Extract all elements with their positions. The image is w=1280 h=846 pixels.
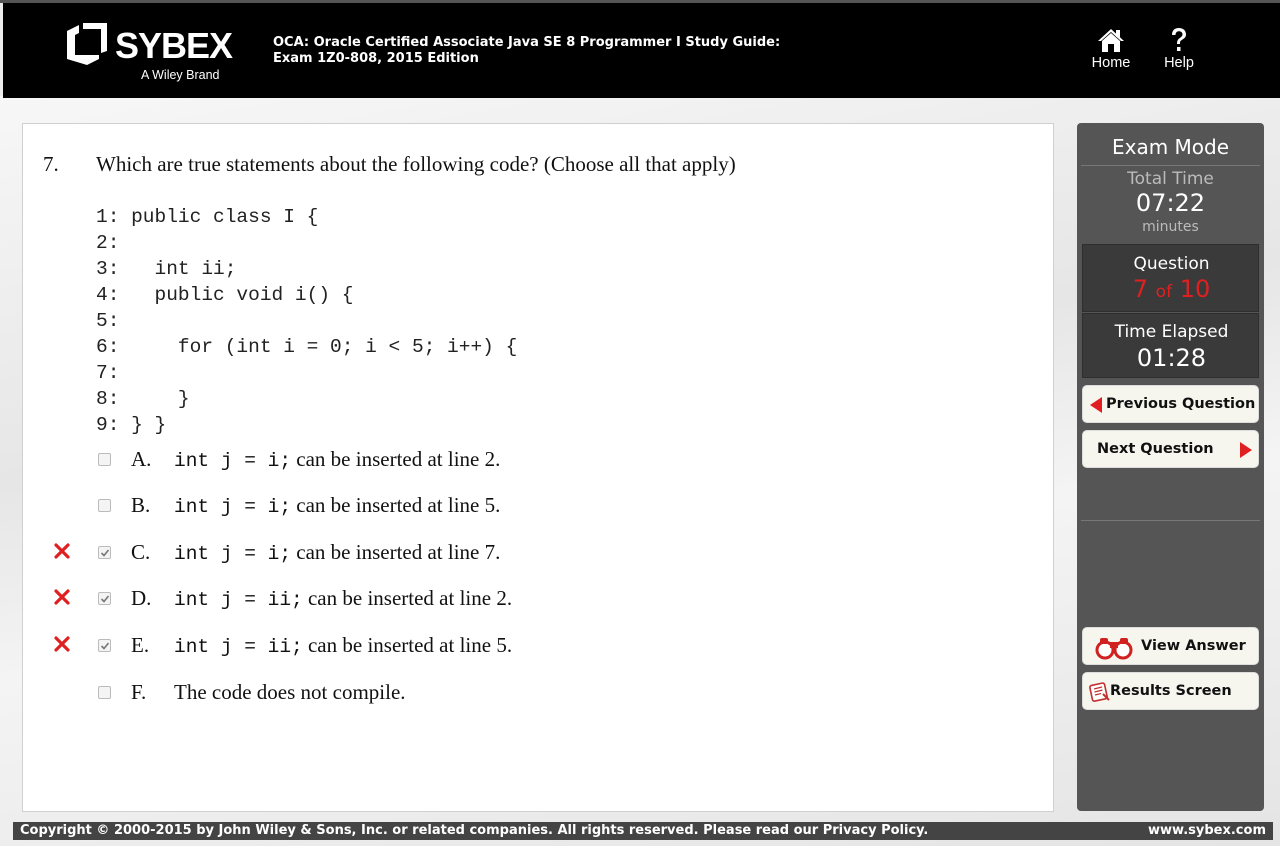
question-counter-label: Question: [1133, 254, 1210, 274]
checkmark-icon: [100, 642, 110, 650]
answer-text: The code does not compile.: [174, 680, 406, 704]
checkmark-icon: [100, 595, 110, 603]
help-button[interactable]: Help: [1149, 27, 1209, 71]
answer-letter: C.: [131, 540, 151, 564]
code-line: 4: public void i() {: [96, 284, 354, 306]
answer-checkbox[interactable]: [98, 546, 111, 559]
results-document-icon: [1089, 682, 1110, 702]
question-total: 10: [1179, 275, 1211, 303]
previous-question-label: Previous Question: [1106, 396, 1256, 412]
book-title-line2: Exam 1Z0-808, 2015 Edition: [273, 51, 479, 66]
question-text: Which are true statements about the foll…: [96, 152, 736, 176]
answer-letter: B.: [131, 493, 151, 517]
answer-code: int j = i;: [174, 450, 292, 472]
answer-option-a[interactable]: A. int j = i; can be inserted at line 2.: [23, 447, 1023, 477]
next-question-button[interactable]: Next Question: [1082, 430, 1259, 468]
total-time-unit: minutes: [1142, 219, 1199, 235]
code-line: 7:: [96, 362, 120, 384]
total-time-value: 07:22: [1135, 189, 1206, 217]
view-answer-label: View Answer: [1141, 638, 1246, 654]
question-panel: 7. Which are true statements about the f…: [22, 123, 1054, 812]
time-elapsed-box: Time Elapsed 01:28: [1082, 313, 1259, 378]
answer-checkbox[interactable]: [98, 592, 111, 605]
answer-option-f[interactable]: F. The code does not compile.: [23, 680, 1023, 710]
sybex-logo[interactable]: SYBEX A Wiley Brand: [63, 17, 233, 87]
logo-subtitle: A Wiley Brand: [141, 68, 220, 82]
code-line: 8: }: [96, 388, 190, 410]
incorrect-x-icon: [54, 636, 70, 652]
answer-code: int j = ii;: [174, 589, 303, 611]
view-answer-button[interactable]: View Answer: [1082, 627, 1259, 665]
answer-checkbox[interactable]: [98, 453, 111, 466]
answer-letter: F.: [131, 680, 147, 704]
results-screen-label: Results Screen: [1110, 683, 1232, 699]
answer-checkbox[interactable]: [98, 686, 111, 699]
next-question-label: Next Question: [1097, 441, 1214, 457]
app-header: SYBEX A Wiley Brand OCA: Oracle Certifie…: [3, 3, 1280, 98]
question-of: of: [1155, 282, 1173, 302]
incorrect-x-icon: [54, 543, 70, 559]
answer-checkbox[interactable]: [98, 639, 111, 652]
answer-text: int j = i; can be inserted at line 2.: [174, 447, 500, 472]
time-elapsed-value: 01:28: [1136, 344, 1207, 372]
divider: [1081, 165, 1260, 166]
answer-option-b[interactable]: B. int j = i; can be inserted at line 5.: [23, 493, 1023, 523]
question-counter-box: Question 7 of 10: [1082, 244, 1259, 312]
help-label: Help: [1164, 55, 1194, 71]
book-title: OCA: Oracle Certified Associate Java SE …: [273, 35, 793, 67]
code-block: 1: public class I { 2: 3: int ii; 4: pub…: [96, 204, 517, 438]
answer-desc: can be inserted at line 2.: [302, 586, 513, 610]
time-elapsed-label: Time Elapsed: [1114, 322, 1229, 342]
answer-letter: A.: [131, 447, 152, 471]
help-icon: [1172, 28, 1186, 51]
arrow-left-icon: [1090, 397, 1102, 413]
book-title-line1: OCA: Oracle Certified Associate Java SE …: [273, 35, 781, 50]
answer-desc: can be inserted at line 2.: [291, 447, 501, 471]
answer-checkbox[interactable]: [98, 499, 111, 512]
code-line: 6: for (int i = 0; i < 5; i++) {: [96, 336, 518, 358]
answer-text: int j = ii; can be inserted at line 5.: [174, 633, 512, 658]
copyright-text[interactable]: Copyright © 2000-2015 by John Wiley & So…: [20, 823, 928, 838]
code-line: 9: } }: [96, 414, 167, 436]
question-counter-value: 7 of 10: [1083, 275, 1260, 303]
site-link[interactable]: www.sybex.com: [1148, 823, 1266, 838]
home-label: Home: [1091, 55, 1131, 71]
arrow-right-icon: [1240, 442, 1252, 458]
question-number: 7.: [43, 152, 59, 176]
home-button[interactable]: Home: [1081, 27, 1141, 71]
answer-desc: can be inserted at line 5.: [291, 493, 501, 517]
answer-code: int j = i;: [174, 496, 292, 518]
answer-text: int j = ii; can be inserted at line 2.: [174, 586, 512, 611]
answer-letter: D.: [131, 586, 152, 610]
answer-option-c[interactable]: C. int j = i; can be inserted at line 7.: [23, 540, 1023, 570]
answer-text: int j = i; can be inserted at line 5.: [174, 493, 500, 518]
total-time-label: Total Time: [1127, 169, 1214, 189]
logo-text: SYBEX: [115, 25, 233, 66]
question-current: 7: [1132, 275, 1149, 303]
answer-code: int j = ii;: [174, 636, 303, 658]
code-line: 5:: [96, 310, 120, 332]
exam-sidebar: Exam Mode Total Time 07:22 minutes Quest…: [1077, 123, 1264, 811]
sybex-logo-mark-icon: [67, 23, 107, 65]
results-screen-button[interactable]: Results Screen: [1082, 672, 1259, 710]
previous-question-button[interactable]: Previous Question: [1082, 385, 1259, 423]
incorrect-x-icon: [54, 589, 70, 605]
answer-option-d[interactable]: D. int j = ii; can be inserted at line 2…: [23, 586, 1023, 616]
code-line: 2:: [96, 232, 120, 254]
answer-code: int j = i;: [174, 543, 292, 565]
answer-letter: E.: [131, 633, 150, 657]
code-line: 1: public class I {: [96, 206, 319, 228]
binoculars-icon: [1095, 638, 1133, 660]
home-icon: [1098, 29, 1124, 52]
code-line: 3: int ii;: [96, 258, 237, 280]
answer-option-e[interactable]: E. int j = ii; can be inserted at line 5…: [23, 633, 1023, 663]
answer-text: int j = i; can be inserted at line 7.: [174, 540, 500, 565]
answer-desc: can be inserted at line 5.: [302, 633, 513, 657]
exam-mode-title: Exam Mode: [1111, 135, 1230, 159]
divider: [1081, 520, 1260, 521]
footer: Copyright © 2000-2015 by John Wiley & So…: [13, 822, 1273, 840]
answer-desc: can be inserted at line 7.: [291, 540, 501, 564]
checkmark-icon: [100, 549, 110, 557]
